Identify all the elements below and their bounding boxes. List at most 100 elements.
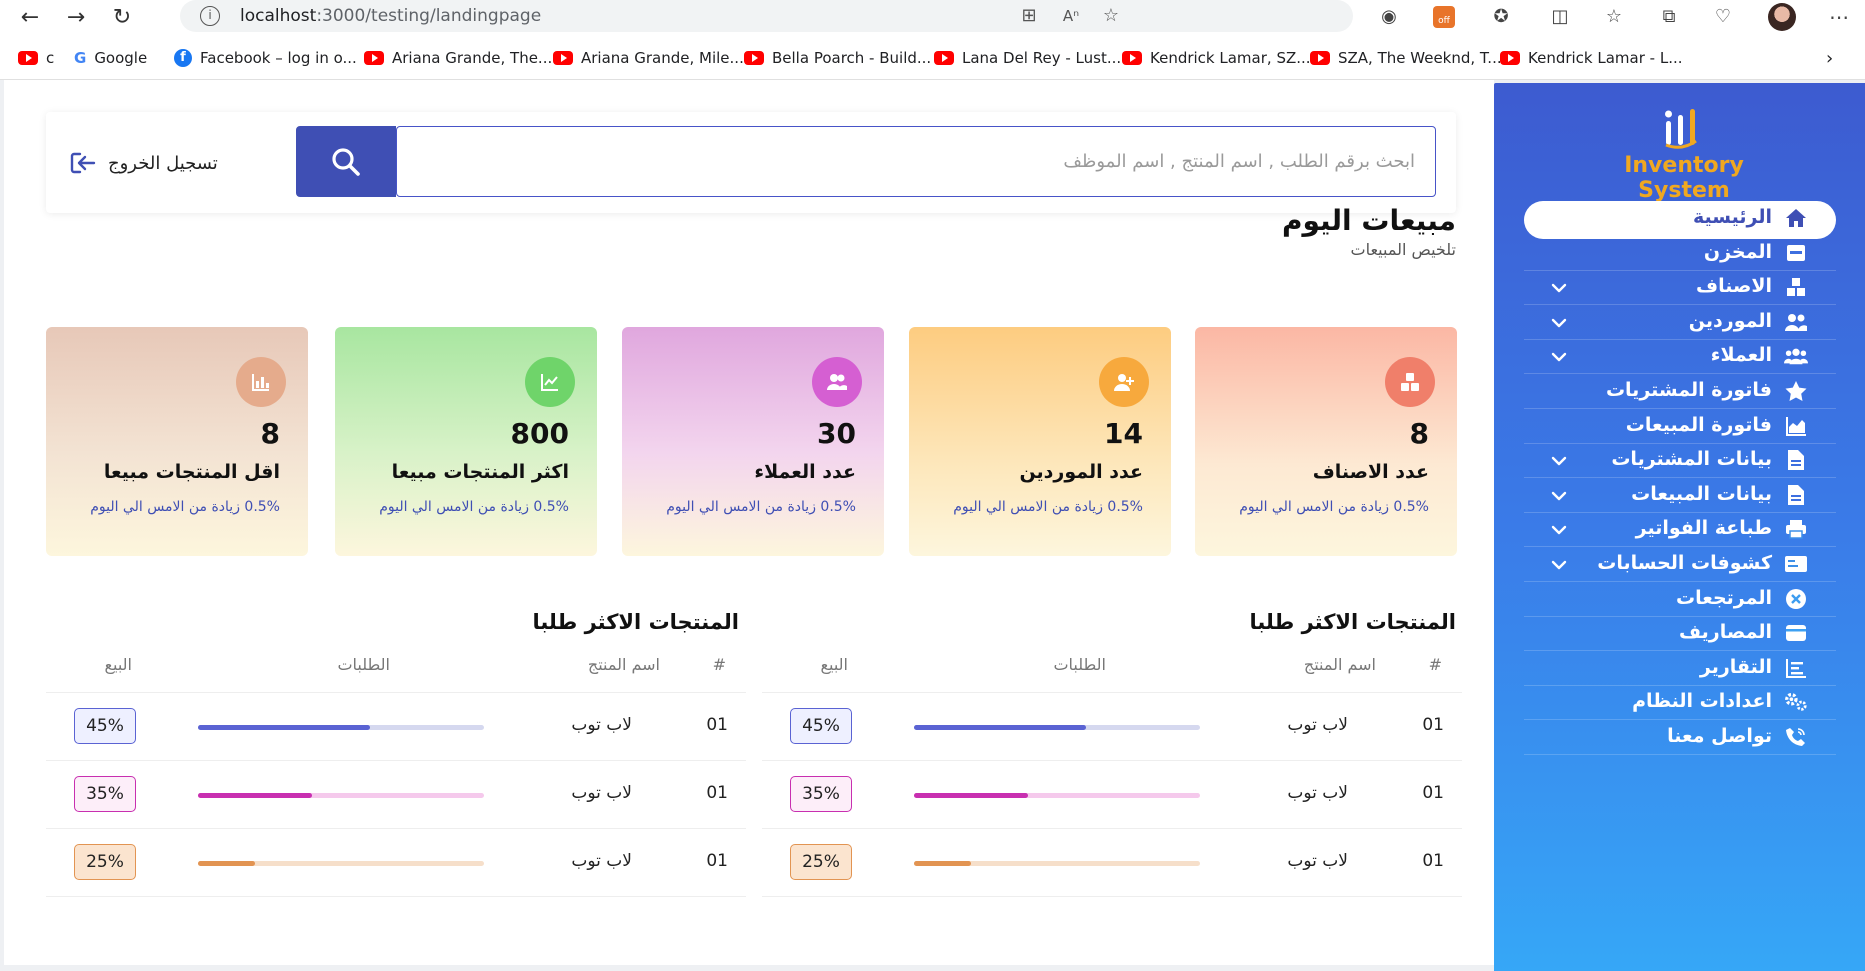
chevron-down-icon[interactable] [1550, 348, 1568, 366]
user-group-icon [1784, 344, 1808, 368]
reload-icon[interactable]: ↻ [108, 3, 136, 31]
chevron-down-icon[interactable] [1550, 452, 1568, 470]
file-icon [1784, 483, 1808, 507]
bookmark-item[interactable]: Ariana Grande, Mile... [553, 48, 744, 68]
sidebar-item[interactable]: الرئيسية [1524, 201, 1836, 236]
sidebar-item[interactable]: المرتجعات [1524, 582, 1836, 617]
stat-card[interactable]: 8 اقل المنتجات مبيعا 0.5% زيادة من الامس ا… [46, 327, 308, 556]
bookmark-item[interactable]: f Facebook – log in o... [174, 48, 357, 68]
chevron-down-icon[interactable] [1550, 487, 1568, 505]
youtube-icon [364, 51, 384, 65]
search-button[interactable] [296, 126, 396, 197]
column-header-name: اسم المنتج [587, 655, 660, 674]
table-title: المنتجات الاكثر طلبا [532, 610, 739, 634]
bookmark-item[interactable]: Kendrick Lamar, SZ... [1122, 48, 1311, 68]
sidebar-item[interactable]: فاتورة المبيعات [1524, 409, 1836, 444]
sidebar-item[interactable]: التقارير [1524, 651, 1836, 686]
stat-card[interactable]: 8 عدد الاصناف 0.5% زيادة من الامس الي اليو… [1195, 327, 1457, 556]
page: تسجيل الخروج مبيعات اليوم تلخيص المبيعات… [0, 80, 1865, 971]
sidebar-item[interactable]: كشوفات الحسابات [1524, 547, 1836, 582]
bookmark-item[interactable]: G Google [74, 48, 147, 68]
table-row[interactable]: 01 لاب توب 25% [46, 829, 746, 897]
sidebar-item[interactable]: اعدادات النظام [1524, 685, 1836, 721]
logout-button[interactable]: تسجيل الخروج [70, 148, 218, 178]
sidebar-item[interactable]: المخزن [1524, 236, 1836, 271]
google-icon: G [74, 49, 87, 67]
sidebar-item[interactable]: فاتورة المشتريات [1524, 374, 1836, 409]
search-input-wrapper [396, 126, 1436, 197]
table-title: المنتجات الاكثر طلبا [1249, 610, 1456, 634]
main-content: تسجيل الخروج مبيعات اليوم تلخيص المبيعات… [4, 80, 1494, 965]
logo-bars-icon [1665, 109, 1697, 149]
youtube-icon [1122, 51, 1142, 65]
logo[interactable]: Inventory System [1584, 105, 1784, 203]
app-available-icon[interactable]: ⊞ [1018, 5, 1040, 27]
extension-badge-icon[interactable]: off [1433, 6, 1455, 28]
stat-label: اقل المنتجات مبيعا [103, 461, 280, 483]
sidebar-item[interactable]: العملاء [1524, 339, 1836, 375]
extensions-icon[interactable]: ✪ [1488, 4, 1514, 30]
bookmark-item[interactable]: Ariana Grande, The... [364, 48, 552, 68]
bookmark-item[interactable]: c [18, 48, 54, 68]
table-row[interactable]: 01 لاب توب 35% [46, 761, 746, 829]
chevron-down-icon[interactable] [1550, 279, 1568, 297]
bookmark-item[interactable]: Lana Del Rey - Lust... [934, 48, 1121, 68]
site-info-icon[interactable]: i [200, 6, 220, 26]
chevron-down-icon[interactable] [1550, 556, 1568, 574]
chevron-down-icon[interactable] [1550, 521, 1568, 539]
product-name: لاب توب [571, 715, 632, 735]
orders-progress-fill [914, 861, 972, 866]
sidebar-item[interactable]: بيانات المبيعات [1524, 478, 1836, 513]
table-row[interactable]: 01 لاب توب 35% [762, 761, 1462, 829]
sidebar-item-label: الموردين [1688, 309, 1772, 332]
sidebar-item[interactable]: طباعة الفواتير [1524, 512, 1836, 548]
stat-value: 800 [510, 417, 569, 450]
stat-note: 0.5% زيادة من الامس الي اليوم [379, 499, 569, 515]
stat-value: 8 [1409, 417, 1429, 450]
star-icon [1784, 379, 1808, 403]
row-number: 01 [1422, 851, 1444, 871]
address-bar[interactable]: i localhost:3000/testing/landingpage ⊞ A… [180, 0, 1353, 32]
youtube-icon [1500, 51, 1520, 65]
youtube-icon [553, 51, 573, 65]
back-icon[interactable]: ← [16, 3, 44, 31]
camera-icon[interactable]: ◉ [1376, 4, 1402, 30]
collections-icon[interactable]: ⧉ [1656, 4, 1682, 30]
favorite-star-icon[interactable]: ☆ [1100, 5, 1122, 27]
url-text[interactable]: localhost:3000/testing/landingpage [240, 6, 541, 26]
heart-pulse-icon[interactable]: ♡ [1710, 4, 1736, 30]
sidebar-item[interactable]: تواصل معنا [1524, 720, 1836, 755]
stat-card[interactable]: 30 عدد العملاء 0.5% زيادة من الامس الي الي… [622, 327, 884, 556]
stat-note: 0.5% زيادة من الامس الي اليوم [666, 499, 856, 515]
favorites-icon[interactable]: ☆ [1601, 4, 1627, 30]
orders-progress-track [198, 861, 484, 866]
product-name: لاب توب [1287, 783, 1348, 803]
stat-card[interactable]: 800 اكثر المنتجات مبيعا 0.5% زيادة من الام… [335, 327, 597, 556]
search-input[interactable] [397, 127, 1435, 196]
sidebar-item[interactable]: الموردين [1524, 305, 1836, 340]
more-menu-icon[interactable]: ⋯ [1826, 4, 1852, 30]
sidebar-item[interactable]: بيانات المشتريات [1524, 443, 1836, 479]
forward-icon[interactable]: → [62, 3, 90, 31]
table-row[interactable]: 01 لاب توب 25% [762, 829, 1462, 897]
chevron-right-icon[interactable]: › [1826, 48, 1833, 69]
column-header-orders: الطلبات [1053, 655, 1106, 674]
table-row[interactable]: 01 لاب توب 45% [762, 693, 1462, 761]
profile-avatar[interactable] [1768, 3, 1796, 31]
sidebar-item[interactable]: المصاريف [1524, 616, 1836, 652]
bookmark-item[interactable]: SZA, The Weeknd, T... [1310, 48, 1502, 68]
bookmark-item[interactable]: Kendrick Lamar - L... [1500, 48, 1683, 68]
user-plus-icon [1099, 357, 1149, 407]
column-header-sale: البيع [820, 655, 849, 674]
stat-card[interactable]: 14 عدد الموردين 0.5% زيادة من الامس الي ال… [909, 327, 1171, 556]
sidebar-item-label: العملاء [1710, 344, 1772, 367]
bookmark-item[interactable]: Bella Poarch - Build... [744, 48, 931, 68]
chevron-down-icon[interactable] [1550, 314, 1568, 332]
boxes-icon [1784, 275, 1808, 299]
table-row[interactable]: 01 لاب توب 45% [46, 693, 746, 761]
logout-label: تسجيل الخروج [108, 152, 218, 174]
chart-list-icon [1784, 656, 1808, 680]
sidebar-item[interactable]: الاصناف [1524, 270, 1836, 306]
read-aloud-icon[interactable]: Aⁿ [1060, 5, 1082, 27]
split-screen-icon[interactable]: ◫ [1547, 4, 1573, 30]
